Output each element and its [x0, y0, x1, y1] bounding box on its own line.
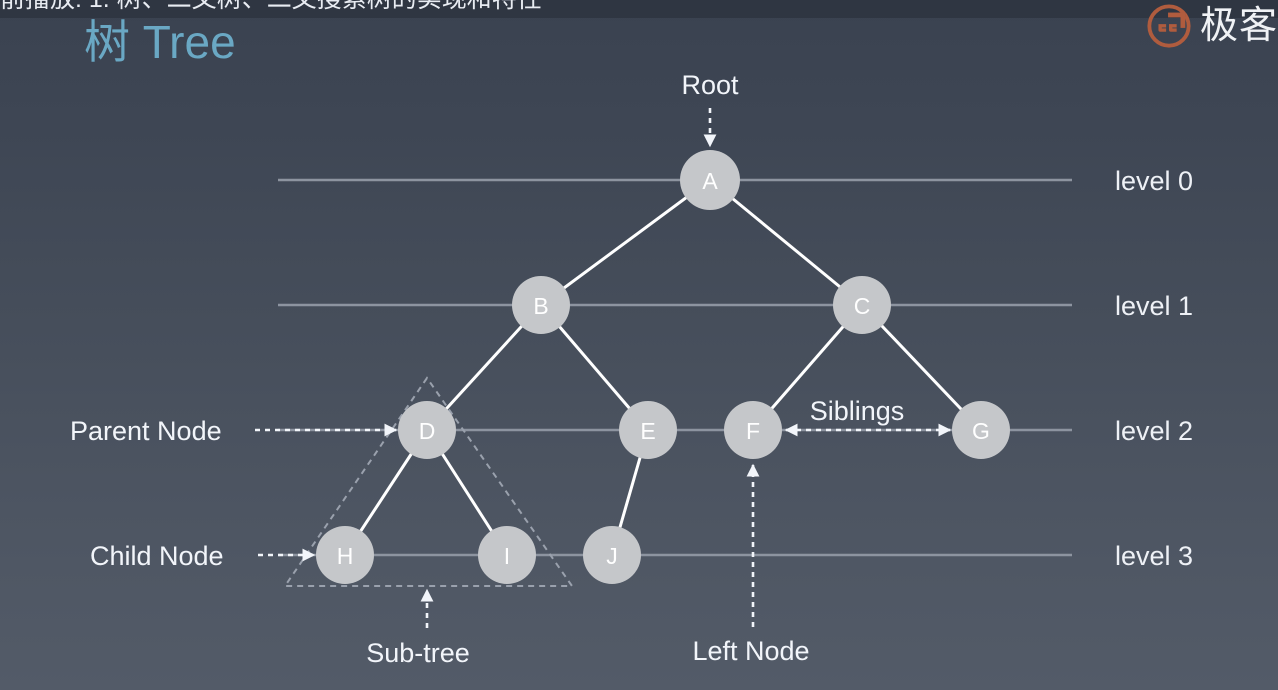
edge-a-b — [539, 178, 712, 307]
node-h[interactable]: H — [316, 526, 374, 584]
node-a-label: A — [702, 168, 718, 194]
node-e[interactable]: E — [619, 401, 677, 459]
node-b-label: B — [533, 293, 548, 319]
node-h-label: H — [337, 543, 354, 569]
level-labels: level 0 level 1 level 2 level 3 — [1115, 166, 1193, 571]
level-label-1: level 1 — [1115, 291, 1193, 321]
siblings-label: Siblings — [810, 396, 905, 426]
node-j-label: J — [606, 543, 618, 569]
child-node-label: Child Node — [90, 541, 224, 571]
node-d[interactable]: D — [398, 401, 456, 459]
subtree-label: Sub-tree — [366, 638, 470, 668]
node-a[interactable]: A — [680, 150, 740, 210]
node-d-label: D — [419, 418, 436, 444]
node-f-label: F — [746, 418, 760, 444]
slide-canvas: 前播放: 1. 树、二叉树、二叉搜索树的实现和特性 树 Tree 极客 — [0, 0, 1278, 690]
node-c-label: C — [854, 293, 871, 319]
node-c[interactable]: C — [833, 276, 891, 334]
level-label-0: level 0 — [1115, 166, 1193, 196]
level-lines — [278, 178, 1072, 557]
left-node-label: Left Node — [692, 636, 809, 666]
level-label-3: level 3 — [1115, 541, 1193, 571]
node-b[interactable]: B — [512, 276, 570, 334]
root-label: Root — [681, 70, 739, 100]
annotation-labels: Root Parent Node Child Node Siblings Sub… — [70, 70, 904, 668]
node-g[interactable]: G — [952, 401, 1010, 459]
node-j[interactable]: J — [583, 526, 641, 584]
level-label-2: level 2 — [1115, 416, 1193, 446]
tree-diagram: A B C D E F G H I J level 0 level 1 leve… — [70, 70, 1193, 668]
tree-edges — [343, 178, 983, 557]
node-i[interactable]: I — [478, 526, 536, 584]
parent-node-label: Parent Node — [70, 416, 222, 446]
node-i-label: I — [504, 543, 510, 569]
node-g-label: G — [972, 418, 990, 444]
node-f[interactable]: F — [724, 401, 782, 459]
node-e-label: E — [640, 418, 655, 444]
